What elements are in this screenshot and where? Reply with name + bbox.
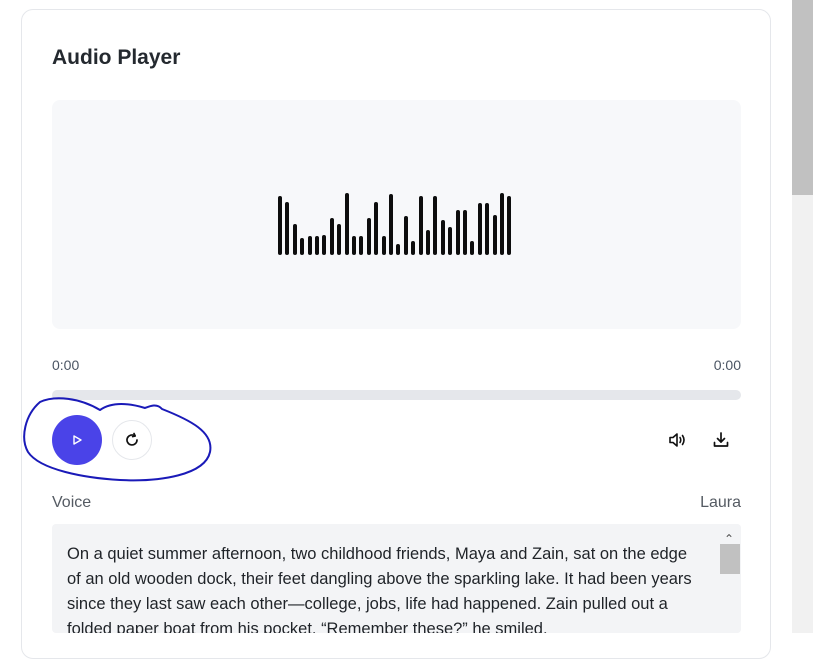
download-icon [713,432,729,447]
waveform-panel [52,100,741,329]
volume-button[interactable] [665,428,689,452]
waveform-bar [307,236,312,255]
waveform-bar [448,227,453,255]
waveform-bar [278,196,282,255]
waveform-bar [315,236,319,255]
waveform-bar [352,236,356,255]
waveform-bar [433,196,438,255]
waveform-bar [344,193,349,255]
volume-icon [669,433,685,447]
page-title: Audio Player [52,46,181,69]
play-icon [73,435,82,445]
waveform-bar [418,196,423,255]
waveform [52,100,741,329]
waveform-bar [292,224,297,255]
waveform-bar [500,193,504,255]
play-button[interactable] [52,415,102,465]
waveform-bar [463,210,467,255]
waveform-bar [366,218,371,255]
waveform-bar [322,235,327,255]
text-body: On a quiet summer afternoon, two childho… [67,545,692,633]
text-content[interactable]: On a quiet summer afternoon, two childho… [52,524,741,633]
refresh-icon [126,432,138,446]
current-time: 0:00 [52,357,80,373]
text-scrollbar-thumb[interactable] [720,544,740,574]
waveform-bar [507,196,512,255]
waveform-bar [389,194,393,255]
text-scrollbar[interactable]: ⌃ [719,524,741,633]
page-scrollbar[interactable] [792,0,813,633]
waveform-bar [329,218,334,255]
progress-bar[interactable] [52,390,741,400]
waveform-bar [337,224,342,255]
refresh-button[interactable] [112,420,152,460]
download-button[interactable] [709,428,733,452]
waveform-bar [440,220,445,255]
waveform-bar [411,241,416,255]
waveform-bar [477,203,482,255]
waveform-bar [426,230,430,255]
waveform-bar [455,210,460,255]
waveform-bar [492,215,497,255]
waveform-bar [374,202,379,255]
waveform-bar [485,203,490,255]
waveform-bar [381,236,386,255]
waveform-bar [403,216,408,255]
waveform-bar [285,202,290,255]
duration: 0:00 [713,357,741,373]
voice-label: Voice [52,494,92,511]
waveform-bar [359,236,364,255]
waveform-bar [470,241,475,255]
voice-value: Laura [700,494,741,511]
waveform-bar [300,238,305,255]
waveform-bar [396,244,401,255]
page-scrollbar-thumb[interactable] [792,0,813,195]
